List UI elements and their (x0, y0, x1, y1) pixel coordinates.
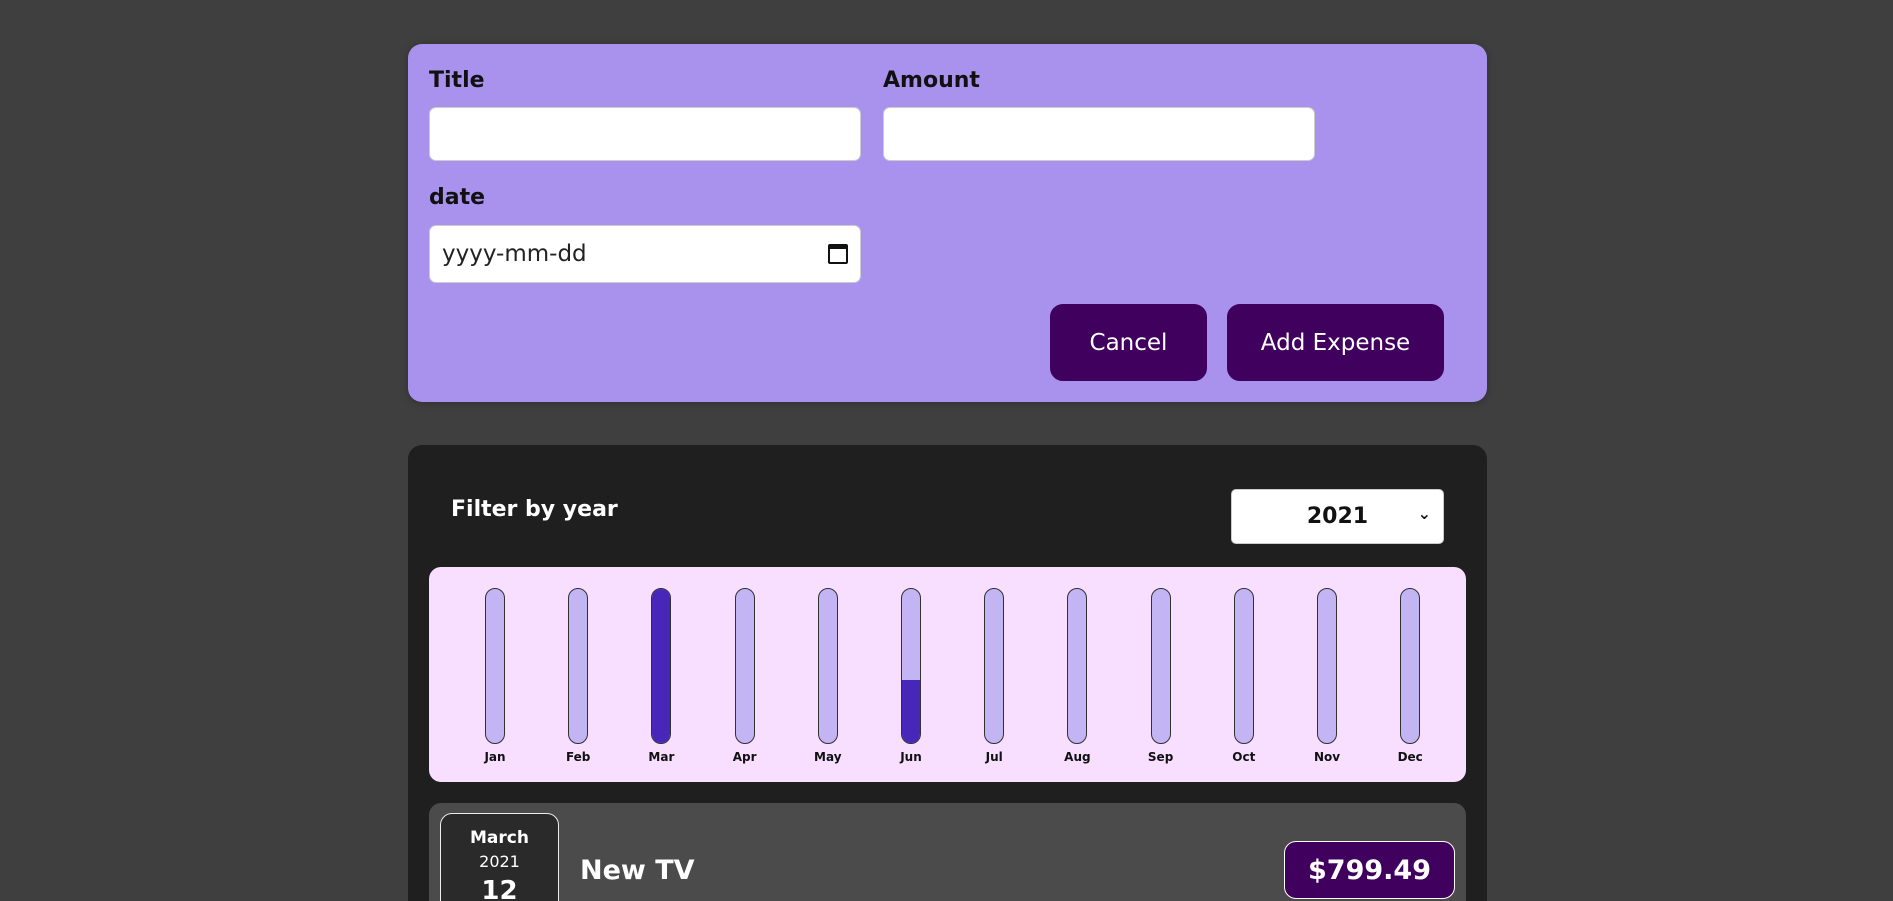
chart-bar-sep: Sep (1141, 588, 1181, 764)
chart-bar-track (568, 588, 589, 744)
chart-bar-jul: Jul (974, 588, 1014, 764)
chart-bar-track (1067, 588, 1088, 744)
expenses-chart: Jan Feb Mar Apr May Jun Jul Aug Sep Oct Nov Dec (429, 567, 1466, 782)
chart-bar-track (1233, 588, 1254, 744)
chart-bar-label: Nov (1313, 750, 1341, 764)
year-select-value: 2021 (1306, 504, 1369, 529)
add-expense-button[interactable]: Add Expense (1227, 304, 1444, 381)
expense-date: March 2021 12 (440, 813, 559, 901)
chart-bar-label: May (814, 750, 842, 764)
filter-label: Filter by year (451, 497, 618, 522)
chart-bar-feb: Feb (558, 588, 598, 764)
chart-bar-fill (652, 589, 671, 743)
chart-bar-mar: Mar (641, 588, 681, 764)
chart-bar-label: Jul (985, 750, 1003, 764)
chart-bar-label: Oct (1232, 750, 1256, 764)
chart-bar-dec: Dec (1390, 588, 1430, 764)
chart-bar-label: Dec (1397, 750, 1423, 764)
chart-bar-label: Jun (900, 750, 922, 764)
chart-bar-nov: Nov (1307, 588, 1347, 764)
chart-bar-track (984, 588, 1005, 744)
title-input[interactable] (429, 107, 861, 161)
expense-date-year: 2021 (479, 852, 520, 871)
date-input[interactable]: yyyy-mm-dd (429, 225, 861, 283)
date-label: date (429, 185, 486, 210)
chart-bar-track (817, 588, 838, 744)
chart-bar-label: Feb (565, 750, 591, 764)
chart-bar-track (1150, 588, 1171, 744)
expense-item: March 2021 12 New TV $799.49 (429, 803, 1466, 901)
chart-bar-track (485, 588, 505, 744)
chart-bar-label: Jan (484, 750, 506, 764)
expense-date-month: March (470, 828, 529, 848)
title-label: Title (429, 68, 485, 93)
chart-bar-apr: Apr (725, 588, 765, 764)
expense-price: $799.49 (1284, 841, 1455, 899)
chart-bar-label: Aug (1064, 750, 1091, 764)
chart-bar-label: Sep (1147, 750, 1174, 764)
calendar-icon[interactable] (828, 244, 848, 264)
chevron-down-icon: ⌄ (1417, 504, 1431, 523)
expenses-panel: Filter by year 2021 ⌄ Jan Feb Mar Apr May Jun… (408, 445, 1487, 901)
chart-bar-may: May (808, 588, 848, 764)
date-placeholder: yyyy-mm-dd (442, 241, 587, 267)
chart-bar-track (901, 588, 921, 744)
expense-title: New TV (580, 855, 695, 886)
chart-bar-track (651, 588, 672, 744)
chart-bar-jan: Jan (475, 588, 515, 764)
chart-bar-label: Apr (732, 750, 757, 764)
chart-bar-track (1317, 588, 1337, 744)
year-select[interactable]: 2021 ⌄ (1231, 489, 1444, 544)
chart-bar-label: Mar (648, 750, 675, 764)
chart-bar-aug: Aug (1057, 588, 1097, 764)
chart-bar-track (1400, 588, 1421, 744)
chart-bar-fill (902, 679, 920, 743)
expense-date-day: 12 (481, 876, 518, 901)
amount-label: Amount (883, 68, 980, 93)
cancel-button[interactable]: Cancel (1050, 304, 1207, 381)
amount-input[interactable] (883, 107, 1315, 161)
chart-bar-oct: Oct (1224, 588, 1264, 764)
new-expense-form: Title Amount date yyyy-mm-dd Cancel Add … (408, 44, 1487, 402)
chart-bar-jun: Jun (891, 588, 931, 764)
chart-bar-track (734, 588, 755, 744)
